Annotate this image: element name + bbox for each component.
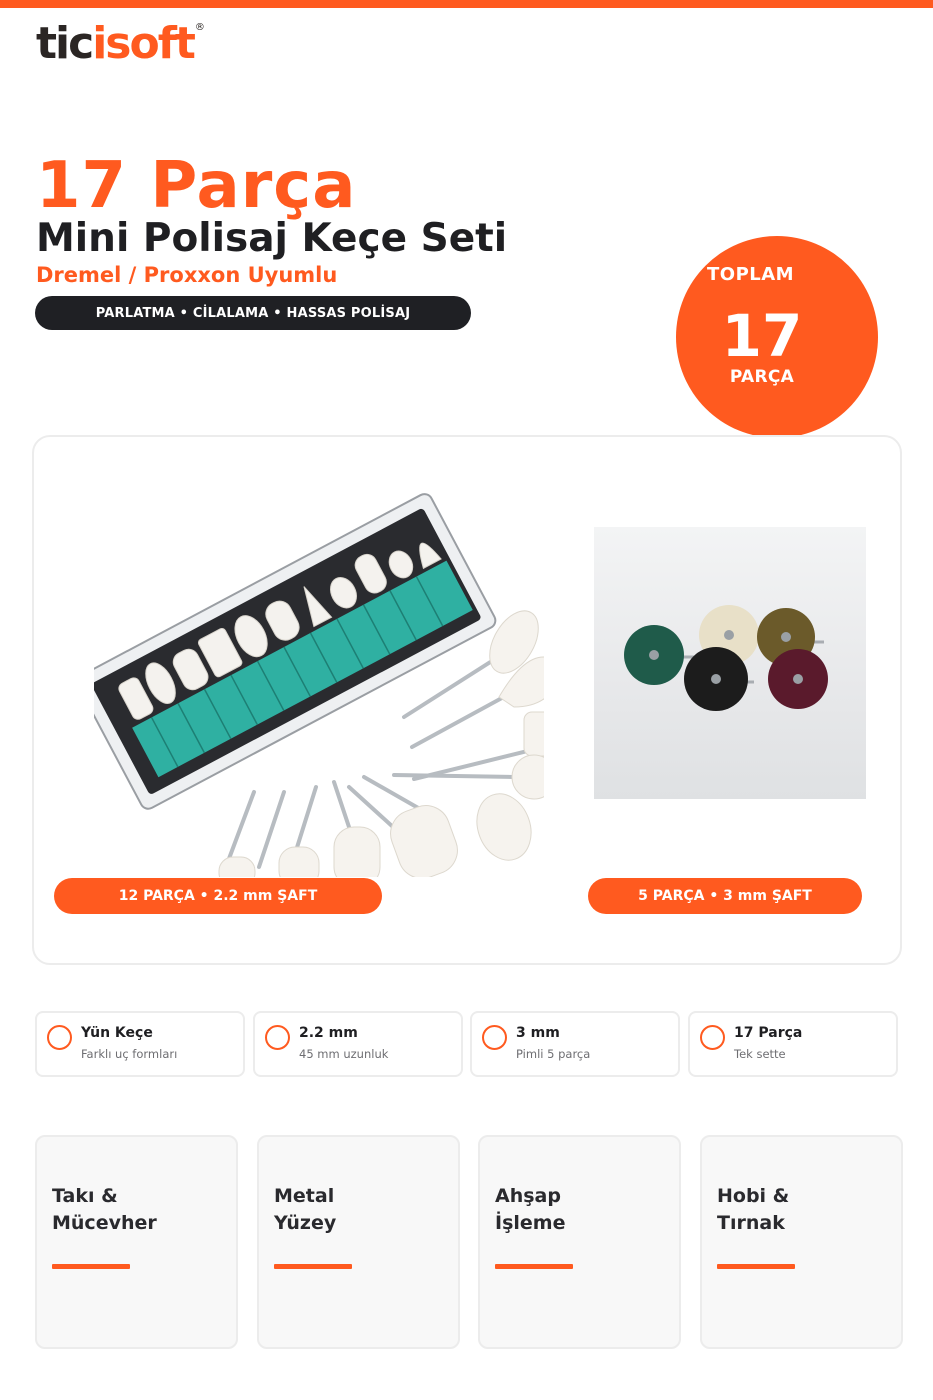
feature-description: Tek sette [734, 1047, 786, 1061]
total-badge-unit: PARÇA [729, 367, 795, 387]
usage-accent-bar [717, 1264, 795, 1269]
brand-logo[interactable]: tic isoft ® [36, 18, 205, 70]
logo-text-accent: isoft [92, 18, 196, 69]
feature-title: 2.2 mm [299, 1025, 358, 1041]
circle-icon [700, 1025, 725, 1050]
usage-area-title: Hobi & Tırnak [717, 1185, 790, 1234]
total-badge-number: 17 [721, 302, 803, 370]
feature-title: 17 Parça [734, 1025, 803, 1041]
usage-accent-bar [495, 1264, 573, 1269]
usage-accent-bar [274, 1264, 352, 1269]
circle-icon [265, 1025, 290, 1050]
total-badge-label: TOPLAM [707, 264, 795, 285]
feature-description: 45 mm uzunluk [299, 1047, 389, 1061]
usage-area-card: Hobi & Tırnak [700, 1135, 903, 1349]
compatibility-subtitle: Dremel / Proxxon Uyumlu [36, 263, 338, 287]
circle-icon [47, 1025, 72, 1050]
products-card: 12 PARÇA • 2.2 mm ŞAFT 5 PARÇA • 3 mm ŞA… [32, 435, 902, 965]
registered-mark: ® [194, 22, 205, 33]
usage-area-title: Ahşap İşleme [495, 1185, 566, 1234]
abrasive-wheels-image [594, 527, 866, 799]
feature-description: Farklı uç formları [81, 1047, 178, 1061]
total-count-badge: TOPLAM 17 PARÇA [676, 236, 878, 438]
usage-accent-bar [52, 1264, 130, 1269]
usage-area-title: Takı & Mücevher [52, 1185, 157, 1234]
feature-card: Yün Keçe Farklı uç formları [35, 1011, 245, 1077]
usage-area-card: Ahşap İşleme [478, 1135, 681, 1349]
hero-piece-count: 17 Parça [36, 149, 357, 223]
product-title: Mini Polisaj Keçe Seti [36, 216, 508, 261]
usage-area-card: Takı & Mücevher [35, 1135, 238, 1349]
feature-card: 17 Parça Tek sette [688, 1011, 898, 1077]
feature-card: 3 mm Pimli 5 parça [470, 1011, 680, 1077]
top-accent-bar [0, 0, 933, 8]
logo-text-dark: tic [36, 18, 94, 69]
feature-title: 3 mm [516, 1025, 560, 1041]
feature-description: Pimli 5 parça [516, 1047, 591, 1061]
felt-polishing-bits-image [94, 493, 544, 877]
usage-area-title: Metal Yüzey [274, 1185, 337, 1234]
feature-title: Yün Keçe [81, 1025, 153, 1041]
feature-card: 2.2 mm 45 mm uzunluk [253, 1011, 463, 1077]
usage-area-card: Metal Yüzey [257, 1135, 460, 1349]
usage-tagline-pill: PARLATMA • CİLALAMA • HASSAS POLİSAJ [35, 296, 471, 330]
circle-icon [482, 1025, 507, 1050]
wheel-set-spec-pill: 5 PARÇA • 3 mm ŞAFT [588, 878, 862, 914]
felt-set-spec-pill: 12 PARÇA • 2.2 mm ŞAFT [54, 878, 382, 914]
